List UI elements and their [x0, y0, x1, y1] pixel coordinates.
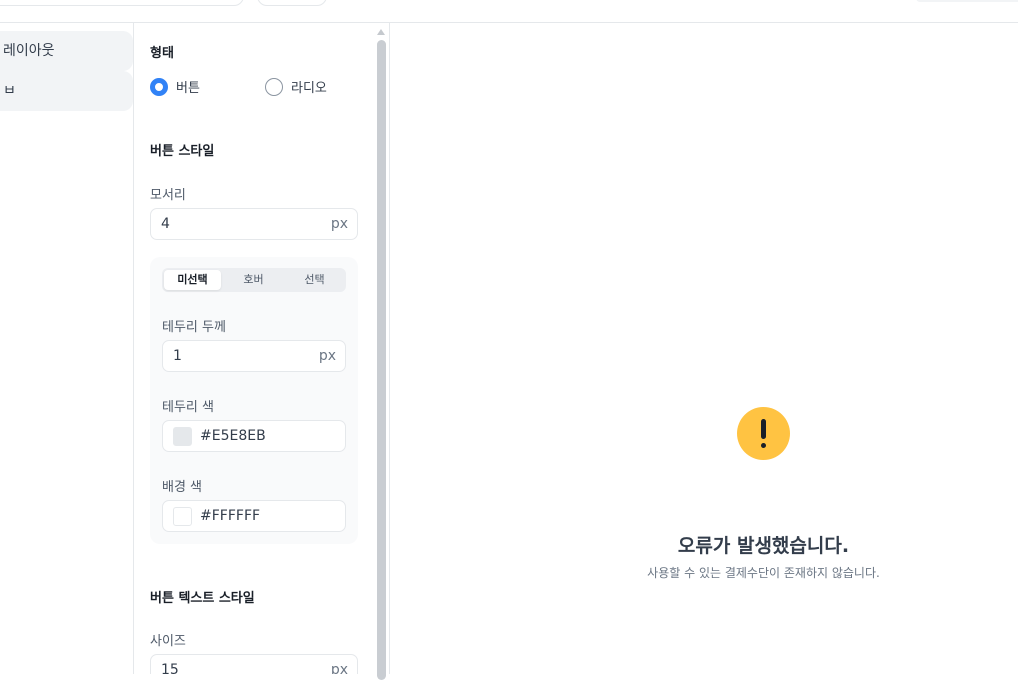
border-width-input[interactable]: 1 px — [162, 340, 346, 372]
size-value: 15 — [161, 662, 179, 674]
exclamation-icon — [737, 407, 790, 460]
nav-item-selected[interactable]: ㅂ — [0, 71, 133, 111]
radio-unchecked-icon[interactable] — [265, 77, 283, 96]
error-title: 오류가 발생했습니다. — [677, 535, 850, 557]
tab-selected[interactable]: 선택 — [286, 270, 343, 290]
panel-scrollbar[interactable] — [374, 23, 389, 680]
radio-label: 라디오 — [291, 81, 327, 96]
border-color-hex: #E5E8EB — [200, 428, 266, 444]
radio-checked-icon[interactable] — [150, 77, 168, 96]
bg-color-input[interactable]: #FFFFFF — [162, 500, 346, 532]
button-style-title: 버튼 스타일 — [150, 144, 215, 159]
corner-unit: px — [330, 216, 348, 232]
corner-label: 모서리 — [150, 188, 186, 203]
preview-area: 오류가 발생했습니다. 사용할 수 있는 결제수단이 존재하지 않습니다. — [390, 23, 1018, 674]
tab-unselected[interactable]: 미선택 — [164, 270, 221, 290]
left-nav: 레이아웃 ㅂ — [0, 23, 134, 674]
radio-radio-option[interactable]: 라디오 — [265, 77, 327, 96]
size-input[interactable]: 15 px — [150, 654, 358, 674]
search-input[interactable] — [0, 0, 244, 6]
state-settings-box: 미선택 호버 선택 테두리 두께 1 px 테두리 색 #E5E8EB 배경 색… — [150, 257, 358, 544]
border-width-value: 1 — [173, 348, 182, 364]
radio-label: 버튼 — [176, 81, 200, 96]
scroll-up-icon[interactable] — [377, 29, 385, 35]
border-width-label: 테두리 두께 — [162, 320, 226, 335]
corner-value: 4 — [161, 216, 170, 232]
error-description: 사용할 수 있는 결제수단이 존재하지 않습니다. — [647, 566, 880, 580]
nav-item-layout[interactable]: 레이아웃 — [0, 31, 133, 71]
shape-radio-group: 버튼 라디오 — [150, 77, 370, 97]
bg-color-swatch[interactable] — [173, 507, 192, 526]
radio-button-option[interactable]: 버튼 — [150, 77, 200, 96]
bg-color-label: 배경 색 — [162, 480, 203, 495]
bg-color-hex: #FFFFFF — [200, 508, 261, 524]
tab-hover[interactable]: 호버 — [225, 270, 282, 290]
text-style-title: 버튼 텍스트 스타일 — [150, 591, 255, 606]
border-color-swatch[interactable] — [173, 427, 192, 446]
scroll-thumb[interactable] — [377, 40, 386, 680]
border-color-label: 테두리 색 — [162, 400, 214, 415]
nav-item-label: 레이아웃 — [3, 43, 55, 59]
state-segmented-control: 미선택 호버 선택 — [162, 268, 346, 292]
top-bar — [0, 0, 1018, 23]
settings-panel: 형태 버튼 라디오 버튼 스타일 모서리 4 px 미선택 호버 선택 테두리 … — [134, 23, 374, 674]
border-color-input[interactable]: #E5E8EB — [162, 420, 346, 452]
nav-item-label: ㅂ — [3, 83, 16, 99]
size-unit: px — [330, 662, 348, 674]
shape-title: 형태 — [150, 46, 174, 61]
top-right-button[interactable] — [916, 0, 1018, 2]
top-button[interactable] — [257, 0, 327, 6]
size-label: 사이즈 — [150, 634, 186, 649]
corner-input[interactable]: 4 px — [150, 208, 358, 240]
border-width-unit: px — [318, 348, 336, 364]
